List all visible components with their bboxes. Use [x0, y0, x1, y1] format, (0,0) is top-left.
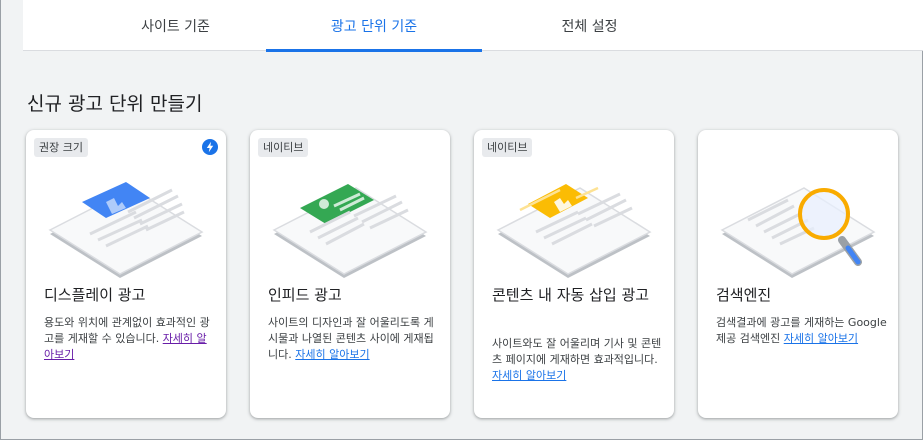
- card-description: 사이트와도 잘 어울리며 기사 및 콘텐츠 페이지에 게재하면 효과적입니다. …: [492, 336, 664, 384]
- learn-more-link[interactable]: 자세히 알아보기: [295, 348, 369, 361]
- card-description-text: 사이트와도 잘 어울리며 기사 및 콘텐츠 페이지에 게재하면 효과적입니다.: [492, 337, 662, 366]
- card-title: 디스플레이 광고: [44, 286, 146, 304]
- tab-label: 광고 단위 기준: [330, 18, 418, 35]
- tab-label: 사이트 기준: [141, 18, 210, 35]
- card-description: 검색결과에 광고를 게재하는 Google 제공 검색엔진 자세히 알아보기: [716, 315, 888, 347]
- card-in-feed-ad[interactable]: 네이티브 인피드 광고 사이트의 디자인과 잘 어울리도록 게시물과 나열된 콘…: [250, 130, 450, 418]
- active-tab-indicator: [266, 49, 482, 52]
- learn-more-link[interactable]: 자세히 알아보기: [492, 369, 566, 382]
- in-feed-ad-illustration: [272, 184, 428, 278]
- lightning-bolt-icon: [202, 139, 218, 155]
- card-description: 사이트의 디자인과 잘 어울리도록 게시물과 나열된 콘텐츠 사이에 게재됩니다…: [268, 315, 440, 363]
- card-display-ad[interactable]: 권장 크기 디스플레이 광고 용도와 위치에 관계없이 효과적인 광고를 게재할…: [26, 130, 226, 418]
- native-chip: 네이티브: [482, 138, 533, 157]
- search-engine-illustration: [720, 187, 876, 278]
- tab-global-settings[interactable]: 전체 설정: [507, 0, 672, 51]
- display-ad-illustration: [48, 182, 204, 278]
- page-frame: 사이트 기준 광고 단위 기준 전체 설정 신규 광고 단위 만들기 권장 크기: [0, 0, 923, 440]
- card-title: 검색엔진: [716, 286, 772, 304]
- card-title: 인피드 광고: [268, 286, 342, 304]
- native-chip: 네이티브: [258, 138, 309, 157]
- recommended-size-chip: 권장 크기: [34, 138, 88, 157]
- tab-label: 전체 설정: [561, 18, 618, 35]
- tab-bar: 사이트 기준 광고 단위 기준 전체 설정: [23, 0, 923, 52]
- card-search-engine[interactable]: 검색엔진 검색결과에 광고를 게재하는 Google 제공 검색엔진 자세히 알…: [698, 130, 898, 418]
- tab-by-site[interactable]: 사이트 기준: [93, 0, 258, 51]
- card-title: 콘텐츠 내 자동 삽입 광고: [492, 286, 650, 304]
- learn-more-link[interactable]: 자세히 알아보기: [784, 332, 858, 345]
- card-in-article-ad[interactable]: 네이티브 콘텐츠 내 자동 삽입 광고 사이트와도 잘 어울리며 기사 및 콘텐…: [474, 130, 674, 418]
- card-description: 용도와 위치에 관계없이 효과적인 광고를 게재할 수 있습니다. 자세히 알아…: [44, 315, 216, 363]
- section-title: 신규 광고 단위 만들기: [27, 93, 203, 115]
- in-article-ad-illustration: [496, 184, 652, 278]
- tab-by-ad-unit[interactable]: 광고 단위 기준: [266, 0, 482, 52]
